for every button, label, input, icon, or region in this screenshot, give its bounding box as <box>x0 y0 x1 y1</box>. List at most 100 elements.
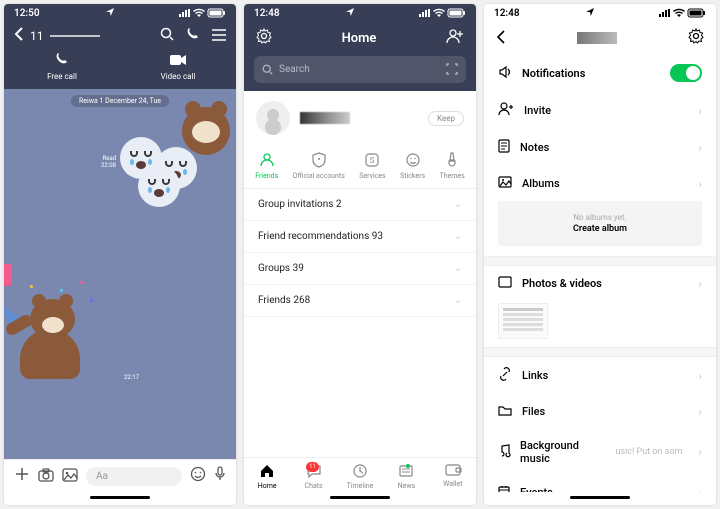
chats-badge: 11 <box>306 462 319 472</box>
speaker-icon <box>498 65 512 82</box>
services-icon: S <box>363 151 381 169</box>
call-icon[interactable] <box>186 26 200 45</box>
category-themes[interactable]: Themes <box>440 151 465 180</box>
free-call-button[interactable]: Free call <box>4 47 120 89</box>
svg-text:S: S <box>370 156 375 165</box>
chat-name-redacted <box>577 32 617 44</box>
wifi-icon <box>673 9 685 17</box>
status-time: 12:50 <box>14 8 40 19</box>
row-invite[interactable]: Invite › <box>484 92 716 129</box>
emoji-icon[interactable] <box>190 466 206 486</box>
row-albums[interactable]: Albums › <box>484 166 716 201</box>
row-friend-recommendations[interactable]: Friend recommendations 93⌄ <box>244 221 476 253</box>
battery-icon <box>688 9 706 17</box>
row-group-invitations[interactable]: Group invitations 2⌄ <box>244 189 476 221</box>
home-title: Home <box>342 31 377 46</box>
profile-row[interactable]: Keep <box>244 91 476 145</box>
nav-home[interactable]: Home <box>244 464 290 490</box>
search-field[interactable]: Search <box>254 56 466 83</box>
wallet-icon <box>445 464 461 478</box>
battery-icon <box>208 9 226 17</box>
nav-wallet[interactable]: Wallet <box>430 464 476 490</box>
row-photos-videos[interactable]: Photos & videos › <box>484 266 716 301</box>
row-friends[interactable]: Friends 268⌄ <box>244 285 476 317</box>
home-indicator[interactable] <box>330 496 390 499</box>
album-empty-text: No albums yet. <box>498 213 702 222</box>
row-links[interactable]: Links › <box>484 357 716 394</box>
video-call-button[interactable]: Video call <box>120 47 236 89</box>
chat-body[interactable]: Reiwa 1 December 24, Tue Read 22:08 22:1… <box>4 89 236 459</box>
gallery-icon[interactable] <box>62 467 78 486</box>
phone-icon <box>55 51 69 70</box>
settings-scroll[interactable]: Notifications Invite › Notes › Albums › … <box>484 54 716 492</box>
menu-icon[interactable] <box>212 26 226 45</box>
qr-scan-icon[interactable] <box>446 60 458 79</box>
album-icon <box>498 176 512 191</box>
search-icon <box>262 60 273 79</box>
gear-icon[interactable] <box>688 28 704 48</box>
settings-icon[interactable] <box>256 28 272 48</box>
nav-timeline[interactable]: Timeline <box>337 464 383 490</box>
signal-icon <box>659 9 670 17</box>
notifications-toggle[interactable] <box>670 64 702 82</box>
camera-capture-icon[interactable] <box>38 467 54 486</box>
message-input[interactable]: Aa <box>86 467 182 486</box>
status-right <box>659 9 706 17</box>
chevron-right-icon: › <box>698 177 702 191</box>
add-friend-icon[interactable] <box>446 28 464 48</box>
pink-marker <box>4 264 12 286</box>
date-chip: Reiwa 1 December 24, Tue <box>71 95 169 107</box>
chevron-down-icon: ⌄ <box>454 263 462 274</box>
clock-icon <box>353 464 367 480</box>
nav-news[interactable]: News <box>383 464 429 490</box>
category-friends[interactable]: Friends <box>255 151 278 180</box>
row-notifications[interactable]: Notifications <box>484 54 716 92</box>
chevron-right-icon: › <box>698 405 702 419</box>
read-label: Read <box>101 155 116 162</box>
battery-icon <box>448 9 466 17</box>
settings-header <box>484 22 716 54</box>
input-bar: Aa <box>4 459 236 492</box>
mic-icon[interactable] <box>214 466 226 486</box>
chevron-right-icon: › <box>698 445 702 459</box>
chevron-right-icon: › <box>698 369 702 383</box>
search-icon[interactable] <box>160 26 174 45</box>
row-notes[interactable]: Notes › <box>484 129 716 166</box>
chevron-right-icon: › <box>698 277 702 291</box>
news-dot <box>406 464 410 468</box>
bottom-nav: Home 11 Chats Timeline News Wallet <box>244 457 476 492</box>
category-services[interactable]: S Services <box>359 151 385 180</box>
shield-icon <box>310 151 328 169</box>
back-icon[interactable] <box>496 29 506 48</box>
photo-thumbnail[interactable] <box>498 303 548 339</box>
message-time: 22:17 <box>124 374 139 381</box>
plus-icon[interactable] <box>14 466 30 486</box>
album-empty-box[interactable]: No albums yet. Create album <box>498 201 702 246</box>
keep-button[interactable]: Keep <box>428 111 464 126</box>
back-icon[interactable] <box>14 27 24 44</box>
row-files[interactable]: Files › <box>484 394 716 429</box>
home-indicator[interactable] <box>90 496 150 499</box>
nav-chats[interactable]: 11 Chats <box>290 464 336 490</box>
photo-icon <box>498 276 512 291</box>
section-divider <box>484 347 716 357</box>
row-groups[interactable]: Groups 39⌄ <box>244 253 476 285</box>
home-indicator[interactable] <box>570 496 630 499</box>
status-right <box>419 9 466 17</box>
unread-count: 11 <box>30 29 44 43</box>
row-events[interactable]: Events › <box>484 475 716 492</box>
smiley-icon <box>404 151 422 169</box>
chevron-right-icon: › <box>698 104 702 118</box>
chevron-down-icon: ⌄ <box>454 231 462 242</box>
status-time: 12:48 <box>254 8 280 19</box>
category-official[interactable]: Official accounts <box>293 151 345 180</box>
category-stickers[interactable]: Stickers <box>400 151 425 180</box>
brush-icon <box>443 151 461 169</box>
input-placeholder: Aa <box>96 471 108 482</box>
camera-icon <box>170 51 186 70</box>
music-icon <box>498 444 510 461</box>
row-bgm[interactable]: Background music usic! Put on som › <box>484 429 716 475</box>
chevron-right-icon: › <box>698 486 702 493</box>
read-time: 22:08 <box>101 162 116 169</box>
settings-screen: 12:48 Notifications Invite › Notes › <box>484 4 716 505</box>
